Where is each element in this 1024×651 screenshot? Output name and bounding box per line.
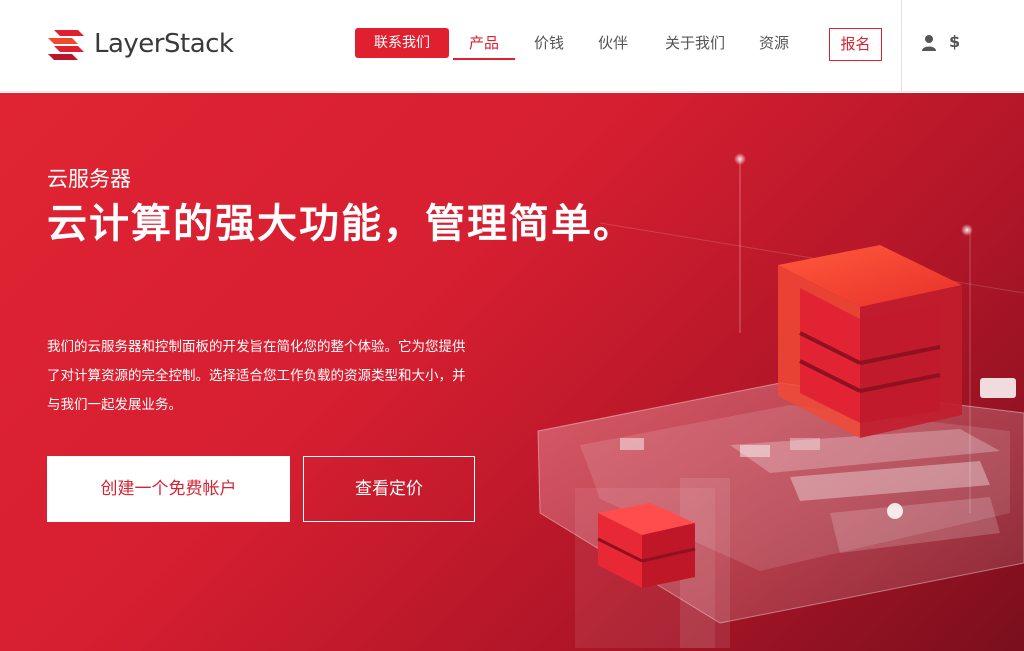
signup-button[interactable]: 报名 [829,28,882,61]
create-free-account-button[interactable]: 创建一个免费帐户 [47,456,290,522]
user-icon[interactable] [921,34,937,52]
nav-contact-button[interactable]: 联系我们 [355,28,449,58]
nav-item-products[interactable]: 产品 [453,28,515,60]
nav-item-price[interactable]: 价钱 [527,28,571,58]
nav-item-resources[interactable]: 资源 [752,28,796,58]
site-header: LayerStack 联系我们 产品 价钱 伙伴 关于我们 资源 报名 $ [0,0,1024,92]
hero-eyebrow: 云服务器 [47,167,131,191]
logo[interactable]: LayerStack [44,26,234,62]
view-pricing-button[interactable]: 查看定价 [303,456,475,522]
logo-text: LayerStack [94,29,234,59]
currency-selector[interactable]: $ [949,32,960,51]
layerstack-logo-icon [48,30,84,60]
hero-description: 我们的云服务器和控制面板的开发旨在简化您的整个体验。它为您提供了对计算资源的完全… [47,339,466,413]
header-divider [901,0,902,92]
nav-item-partner[interactable]: 伙伴 [591,28,635,58]
hero-section: 云服务器 云计算的强大功能，管理简单。 我们的云服务器和控制面板的开发旨在简化您… [0,93,1024,651]
nav-item-about[interactable]: 关于我们 [659,28,731,58]
hero-headline: 云计算的强大功能，管理简单。 [47,201,635,247]
